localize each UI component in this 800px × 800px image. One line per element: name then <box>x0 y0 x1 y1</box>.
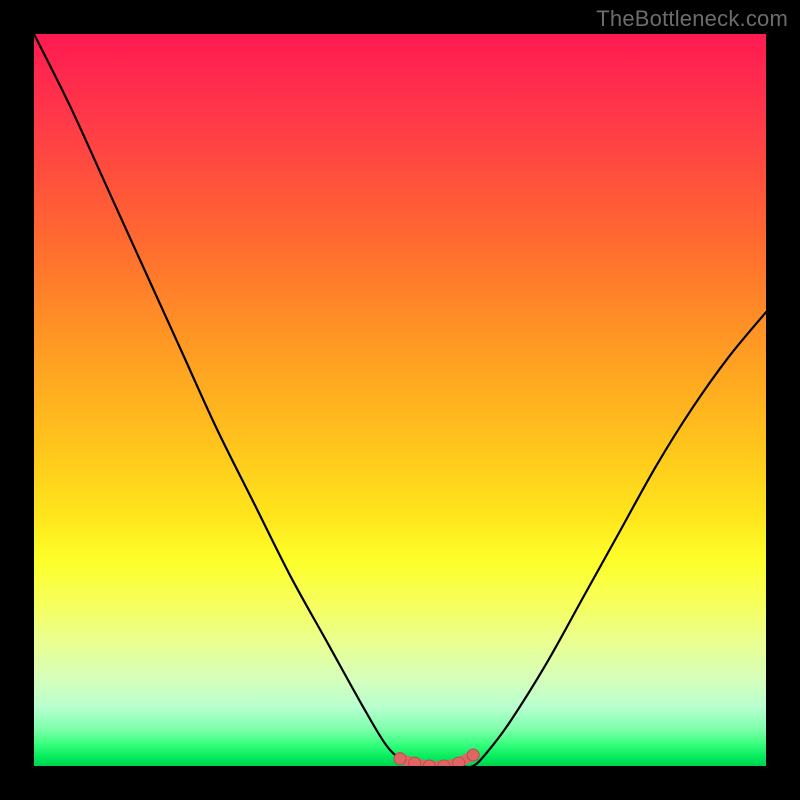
chart-frame: TheBottleneck.com <box>0 0 800 800</box>
bottleneck-curve <box>34 34 766 766</box>
marker-dot <box>467 749 479 761</box>
marker-dot <box>394 753 406 765</box>
zero-bottleneck-markers <box>394 749 479 766</box>
plot-area <box>34 34 766 766</box>
marker-dot <box>409 757 421 766</box>
chart-svg <box>34 34 766 766</box>
marker-dot <box>453 757 465 766</box>
watermark-label: TheBottleneck.com <box>596 6 788 32</box>
